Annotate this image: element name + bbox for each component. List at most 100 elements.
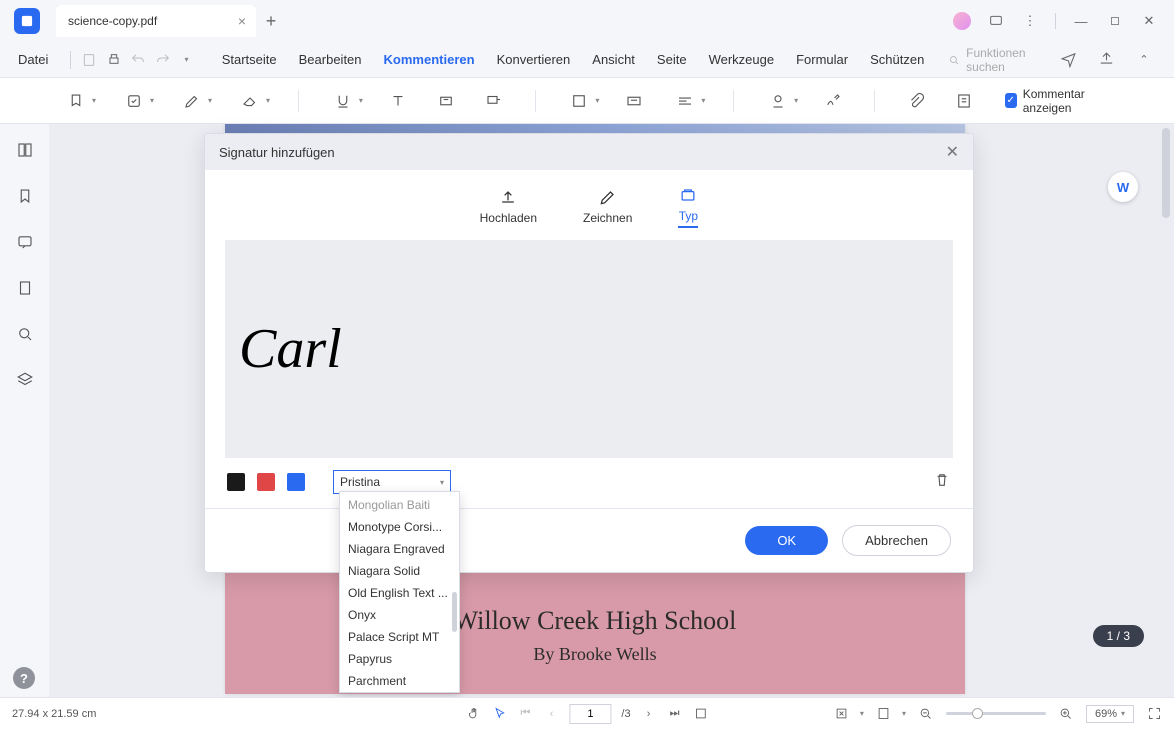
cloud-icon[interactable] bbox=[1094, 48, 1118, 72]
fullscreen-icon[interactable] bbox=[1146, 706, 1162, 722]
font-option[interactable]: Mongolian Baiti bbox=[340, 494, 459, 516]
menubar: Datei ▾ StartseiteBearbeitenKommentieren… bbox=[0, 42, 1174, 78]
sign-tool-icon[interactable] bbox=[820, 85, 846, 117]
minimize-button[interactable]: — bbox=[1072, 12, 1090, 30]
save-icon[interactable] bbox=[79, 48, 100, 72]
color-black[interactable] bbox=[227, 473, 245, 491]
zoom-slider[interactable] bbox=[946, 712, 1046, 715]
font-option[interactable]: Monotype Corsi... bbox=[340, 516, 459, 538]
menu-startseite[interactable]: Startseite bbox=[212, 48, 287, 71]
dialog-tabs: Hochladen Zeichnen Typ bbox=[205, 170, 973, 236]
help-icon[interactable]: ? bbox=[13, 667, 35, 689]
zoom-level[interactable]: 69%▾ bbox=[1086, 705, 1134, 723]
maximize-button[interactable] bbox=[1106, 12, 1124, 30]
menu-file[interactable]: Datei bbox=[8, 48, 58, 71]
tab-draw[interactable]: Zeichnen bbox=[583, 187, 632, 228]
font-list-scrollbar[interactable] bbox=[452, 592, 457, 632]
zoom-in-icon[interactable] bbox=[1058, 706, 1074, 722]
callout-tool-icon[interactable] bbox=[481, 85, 507, 117]
signature-text: Carl bbox=[239, 317, 342, 381]
cancel-button[interactable]: Abbrechen bbox=[842, 525, 951, 556]
measure-tool-icon[interactable] bbox=[669, 85, 701, 117]
menu-werkzeuge[interactable]: Werkzeuge bbox=[699, 48, 785, 71]
comment-toolbar: ▾ ▾ ▾ ▾ ▾ ▾ ▾ ▾ ✓ Kommentar anzeigen bbox=[0, 78, 1174, 124]
new-tab-button[interactable]: + bbox=[256, 6, 286, 36]
undo-icon[interactable] bbox=[128, 48, 149, 72]
hand-tool-icon[interactable] bbox=[465, 706, 481, 722]
select-tool-icon[interactable] bbox=[491, 706, 507, 722]
font-option[interactable]: Parchment bbox=[340, 670, 459, 692]
font-option[interactable]: Niagara Solid bbox=[340, 560, 459, 582]
thumbnails-icon[interactable] bbox=[13, 138, 37, 162]
color-red[interactable] bbox=[257, 473, 275, 491]
print-icon[interactable] bbox=[104, 48, 125, 72]
menu-konvertieren[interactable]: Konvertieren bbox=[487, 48, 581, 71]
menu-schützen[interactable]: Schützen bbox=[860, 48, 934, 71]
tab-type[interactable]: Typ bbox=[678, 185, 698, 228]
overflow-icon[interactable]: ⋮ bbox=[1021, 12, 1039, 30]
menu-more-icon[interactable]: ▾ bbox=[177, 48, 198, 72]
color-blue[interactable] bbox=[287, 473, 305, 491]
font-option[interactable]: Papyrus bbox=[340, 648, 459, 670]
menu-seite[interactable]: Seite bbox=[647, 48, 697, 71]
delete-signature-icon[interactable] bbox=[933, 471, 951, 494]
signature-options: Pristina ▾ bbox=[205, 458, 973, 494]
font-option[interactable]: Palace Script MT bbox=[340, 626, 459, 648]
reflow-icon[interactable] bbox=[693, 706, 709, 722]
menu-ansicht[interactable]: Ansicht bbox=[582, 48, 645, 71]
function-search[interactable]: Funktionen suchen bbox=[948, 46, 1052, 74]
eraser-tool-icon[interactable] bbox=[234, 85, 266, 117]
font-option[interactable]: Niagara Engraved bbox=[340, 538, 459, 560]
search-panel-icon[interactable] bbox=[13, 322, 37, 346]
menu-kommentieren[interactable]: Kommentieren bbox=[374, 48, 485, 71]
page-number-input[interactable] bbox=[569, 704, 611, 724]
ok-button[interactable]: OK bbox=[745, 526, 828, 555]
dialog-footer: OK Abbrechen bbox=[205, 508, 973, 572]
checkbox-checked-icon: ✓ bbox=[1005, 93, 1017, 108]
dialog-header: Signatur hinzufügen ✕ bbox=[205, 134, 973, 170]
font-dropdown-list: Mongolian BaitiMonotype Corsi...Niagara … bbox=[339, 491, 460, 693]
close-button[interactable]: ✕ bbox=[1140, 12, 1158, 30]
layers-icon[interactable] bbox=[13, 368, 37, 392]
tab-upload[interactable]: Hochladen bbox=[480, 187, 537, 228]
tab-close-icon[interactable]: × bbox=[238, 13, 246, 29]
stamp2-tool-icon[interactable] bbox=[762, 85, 794, 117]
collapse-icon[interactable]: ⌃ bbox=[1132, 48, 1156, 72]
first-page-icon[interactable]: ⏮ bbox=[517, 706, 533, 722]
signature-dialog: Signatur hinzufügen ✕ Hochladen Zeichnen… bbox=[204, 133, 974, 573]
highlight-tool-icon[interactable] bbox=[176, 85, 208, 117]
fit-width-icon[interactable] bbox=[834, 706, 850, 722]
text-tool-icon[interactable] bbox=[385, 85, 411, 117]
avatar-icon[interactable] bbox=[953, 12, 971, 30]
prev-page-icon[interactable]: ‹ bbox=[543, 706, 559, 722]
area-tool-icon[interactable] bbox=[621, 85, 647, 117]
underline-tool-icon[interactable] bbox=[327, 85, 359, 117]
comments-icon[interactable] bbox=[987, 12, 1005, 30]
bookmarks-icon[interactable] bbox=[13, 184, 37, 208]
textbox-tool-icon[interactable] bbox=[433, 85, 459, 117]
comment-visibility-toggle[interactable]: ✓ Kommentar anzeigen bbox=[1005, 87, 1114, 115]
attachments-panel-icon[interactable] bbox=[13, 276, 37, 300]
send-icon[interactable] bbox=[1056, 48, 1080, 72]
stamp-tool-icon[interactable] bbox=[118, 85, 150, 117]
zoom-out-icon[interactable] bbox=[918, 706, 934, 722]
redo-icon[interactable] bbox=[153, 48, 174, 72]
note-tool-icon[interactable] bbox=[60, 85, 92, 117]
font-option[interactable]: Old English Text ... bbox=[340, 582, 459, 604]
word-export-icon[interactable]: W bbox=[1108, 172, 1138, 202]
document-tab[interactable]: science-copy.pdf × bbox=[56, 5, 256, 37]
attach-tool-icon[interactable] bbox=[903, 85, 929, 117]
signature-preview-area[interactable]: Carl bbox=[225, 240, 953, 458]
dialog-close-icon[interactable]: ✕ bbox=[946, 142, 959, 162]
next-page-icon[interactable]: › bbox=[641, 706, 657, 722]
last-page-icon[interactable]: ⏭ bbox=[667, 706, 683, 722]
menu-bearbeiten[interactable]: Bearbeiten bbox=[289, 48, 372, 71]
shape-tool-icon[interactable] bbox=[563, 85, 595, 117]
search-placeholder: Funktionen suchen bbox=[966, 46, 1052, 74]
menu-formular[interactable]: Formular bbox=[786, 48, 858, 71]
form-tool-icon[interactable] bbox=[951, 85, 977, 117]
vertical-scrollbar[interactable] bbox=[1162, 128, 1170, 697]
view-mode-icon[interactable] bbox=[876, 706, 892, 722]
comments-panel-icon[interactable] bbox=[13, 230, 37, 254]
font-option[interactable]: Onyx bbox=[340, 604, 459, 626]
